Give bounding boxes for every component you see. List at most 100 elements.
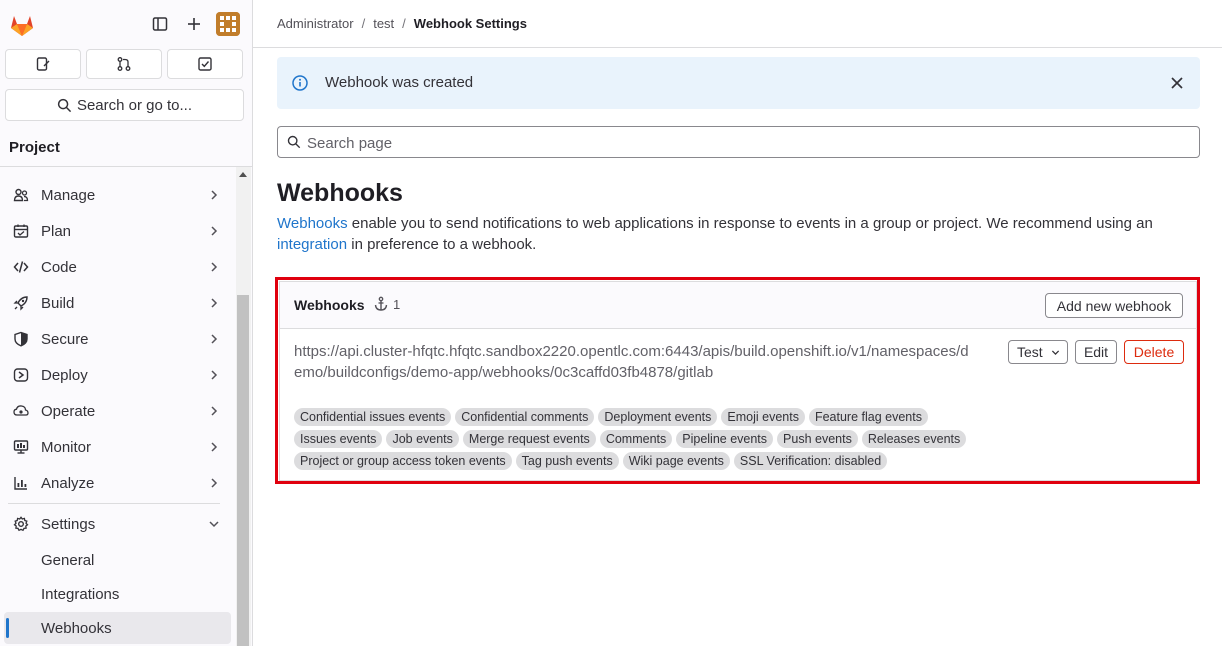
sidebar-item-label: Monitor (41, 438, 92, 456)
webhooks-docs-link[interactable]: Webhooks (277, 215, 348, 232)
chevron-right-icon (211, 190, 218, 200)
gitlab-logo-icon[interactable] (8, 11, 36, 39)
event-badge: Issues events (294, 430, 383, 448)
cloud-gear-icon (12, 402, 30, 420)
sidebar-item-plan[interactable]: Plan (4, 215, 229, 247)
event-badge: Deployment events (598, 408, 718, 426)
event-badge: Project or group access token events (294, 452, 512, 470)
description-text: enable you to send notifications to web … (347, 215, 1153, 232)
sidebar-subitem-general[interactable]: General (4, 544, 231, 576)
webhooks-card: Webhooks 1 Add new webhook https://api.c… (279, 281, 1197, 481)
close-icon[interactable] (1170, 76, 1184, 90)
chevron-right-icon (211, 298, 218, 308)
badge-row: Issues events Job events Merge request e… (294, 430, 984, 452)
ssl-verification-badge: SSL Verification: disabled (733, 452, 888, 470)
scrollbar-thumb[interactable] (237, 295, 249, 646)
event-badge: Comments (599, 430, 673, 448)
breadcrumb-item[interactable]: Administrator (277, 16, 354, 31)
integration-link[interactable]: integration (277, 236, 347, 253)
calendar-icon (12, 222, 30, 240)
sidebar-item-code[interactable]: Code (4, 251, 229, 283)
sidebar-item-settings[interactable]: Settings (4, 508, 229, 540)
event-badge: Wiki page events (622, 452, 730, 470)
project-section-title: Project (0, 130, 252, 167)
webhooks-card-header: Webhooks 1 Add new webhook (280, 282, 1196, 329)
event-badge: Merge request events (462, 430, 596, 448)
alert-message: Webhook was created (325, 74, 474, 91)
card-title: Webhooks (294, 297, 365, 313)
search-or-go-to-button[interactable]: Search or go to... (5, 89, 244, 121)
plus-icon[interactable] (184, 14, 204, 34)
page-description: Webhooks enable you to send notification… (277, 213, 1177, 255)
test-dropdown-button[interactable]: Test (1008, 340, 1068, 364)
gear-icon (12, 515, 30, 533)
page-search (277, 126, 1200, 158)
sidebar-scrollbar[interactable] (236, 167, 251, 646)
sidebar-top (0, 0, 252, 48)
sidebar-divider (8, 503, 220, 504)
sidebar-item-label: Code (41, 258, 77, 276)
sidebar-item-secure[interactable]: Secure (4, 323, 229, 355)
webhook-icon (374, 296, 388, 311)
sidebar-item-label: Plan (41, 222, 72, 240)
sidebar-item-label: Operate (41, 402, 96, 420)
add-new-webhook-button[interactable]: Add new webhook (1045, 293, 1183, 318)
test-label: Test (1017, 344, 1043, 360)
event-badge: Tag push events (515, 452, 619, 470)
breadcrumb-current[interactable]: Webhook Settings (414, 16, 527, 31)
merge-requests-button[interactable] (86, 49, 162, 79)
breadcrumb: Administrator / test / Webhook Settings (277, 16, 527, 31)
chevron-right-icon (211, 262, 218, 272)
description-text: in preference to a webhook. (347, 236, 537, 253)
avatar[interactable] (216, 12, 240, 36)
todo-icon (198, 57, 212, 71)
sidebar-nav: Manage Plan Code Build Secure Deploy Ope… (0, 167, 252, 646)
deploy-icon (12, 366, 30, 384)
sidebar-item-deploy[interactable]: Deploy (4, 359, 229, 391)
chevron-down-icon (209, 521, 219, 528)
chevron-right-icon (211, 334, 218, 344)
webhook-event-badges: Confidential issues events Confidential … (294, 408, 984, 474)
event-badge: Pipeline events (676, 430, 774, 448)
rocket-icon (12, 294, 30, 312)
top-bar: Administrator / test / Webhook Settings (253, 0, 1222, 48)
search-label: Search or go to... (76, 96, 193, 114)
webhook-row: https://api.cluster-hfqtc.hfqtc.sandbox2… (280, 329, 1196, 480)
sidebar-item-operate[interactable]: Operate (4, 395, 229, 427)
issues-icon (36, 57, 50, 71)
sidebar-item-build[interactable]: Build (4, 287, 229, 319)
info-icon (292, 75, 308, 91)
breadcrumb-separator: / (361, 16, 366, 31)
sidebar-toggle-icon[interactable] (150, 14, 170, 34)
chevron-right-icon (211, 478, 218, 488)
delete-button[interactable]: Delete (1124, 340, 1184, 364)
badge-row: Project or group access token events Tag… (294, 452, 984, 474)
breadcrumb-item[interactable]: test (373, 16, 394, 31)
sidebar-item-manage[interactable]: Manage (4, 179, 229, 211)
scroll-up-arrow-icon[interactable] (239, 172, 247, 177)
merge-request-icon (117, 57, 131, 71)
sidebar-item-analyze[interactable]: Analyze (4, 467, 229, 499)
todos-button[interactable] (167, 49, 243, 79)
chart-icon (12, 474, 30, 492)
sidebar-item-label: Build (41, 294, 75, 312)
badge-row: Confidential issues events Confidential … (294, 408, 984, 430)
issues-button[interactable] (5, 49, 81, 79)
chevron-down-icon (1051, 350, 1060, 355)
sidebar-subitem-webhooks[interactable]: Webhooks (4, 612, 231, 644)
page-search-input[interactable] (305, 132, 1189, 154)
edit-button[interactable]: Edit (1075, 340, 1117, 364)
success-alert: Webhook was created (277, 57, 1200, 109)
event-badge: Job events (386, 430, 459, 448)
sidebar-item-monitor[interactable]: Monitor (4, 431, 229, 463)
monitor-icon (12, 438, 30, 456)
sidebar-subitem-integrations[interactable]: Integrations (4, 578, 231, 610)
chevron-right-icon (211, 226, 218, 236)
chevron-right-icon (211, 442, 218, 452)
sidebar-item-label: Manage (41, 186, 96, 204)
sidebar-item-label: Secure (41, 330, 89, 348)
quick-actions (5, 49, 244, 81)
webhook-count: 1 (393, 297, 401, 312)
event-badge: Confidential issues events (294, 408, 452, 426)
event-badge: Feature flag events (808, 408, 928, 426)
